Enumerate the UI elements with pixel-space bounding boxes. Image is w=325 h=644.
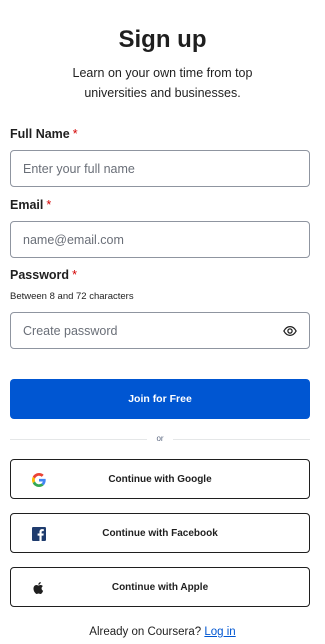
required-asterisk: * [72,268,77,282]
log-in-link[interactable]: Log in [204,626,235,638]
login-prompt-text: Already on Coursera? [89,626,202,638]
required-asterisk: * [72,127,78,141]
full-name-label-text: Full Name [10,127,70,141]
continue-with-google-button[interactable]: Continue with Google [10,459,310,499]
facebook-icon [32,527,46,541]
google-button-label: Continue with Google [108,473,212,485]
page-title: Sign up [118,26,207,53]
password-hint: Between 8 and 72 characters [10,291,134,302]
signup-page: Sign up Learn on your own time from top … [0,0,325,644]
password-input[interactable] [11,313,273,348]
or-divider: or [10,432,310,446]
full-name-field[interactable] [10,150,310,187]
apple-icon [33,581,44,594]
join-for-free-button[interactable]: Join for Free [10,379,310,419]
password-field[interactable] [10,312,310,349]
eye-icon[interactable] [283,324,297,338]
password-label: Password * [10,268,77,282]
email-field[interactable] [10,221,310,258]
continue-with-apple-button[interactable]: Continue with Apple [10,567,310,607]
apple-button-label: Continue with Apple [111,581,209,593]
full-name-label: Full Name * [10,127,78,141]
login-prompt: Already on Coursera? Log in [0,626,325,638]
password-label-text: Password [10,268,70,282]
email-label: Email * [10,198,51,212]
divider-line [173,439,310,440]
continue-with-facebook-button[interactable]: Continue with Facebook [10,513,310,553]
full-name-input[interactable] [11,151,273,186]
email-input[interactable] [11,222,273,257]
page-subtitle: Learn on your own time from top universi… [72,66,253,100]
google-icon [32,473,46,487]
email-label-text: Email [10,198,44,212]
required-asterisk: * [46,198,52,212]
facebook-button-label: Continue with Facebook [102,527,218,539]
